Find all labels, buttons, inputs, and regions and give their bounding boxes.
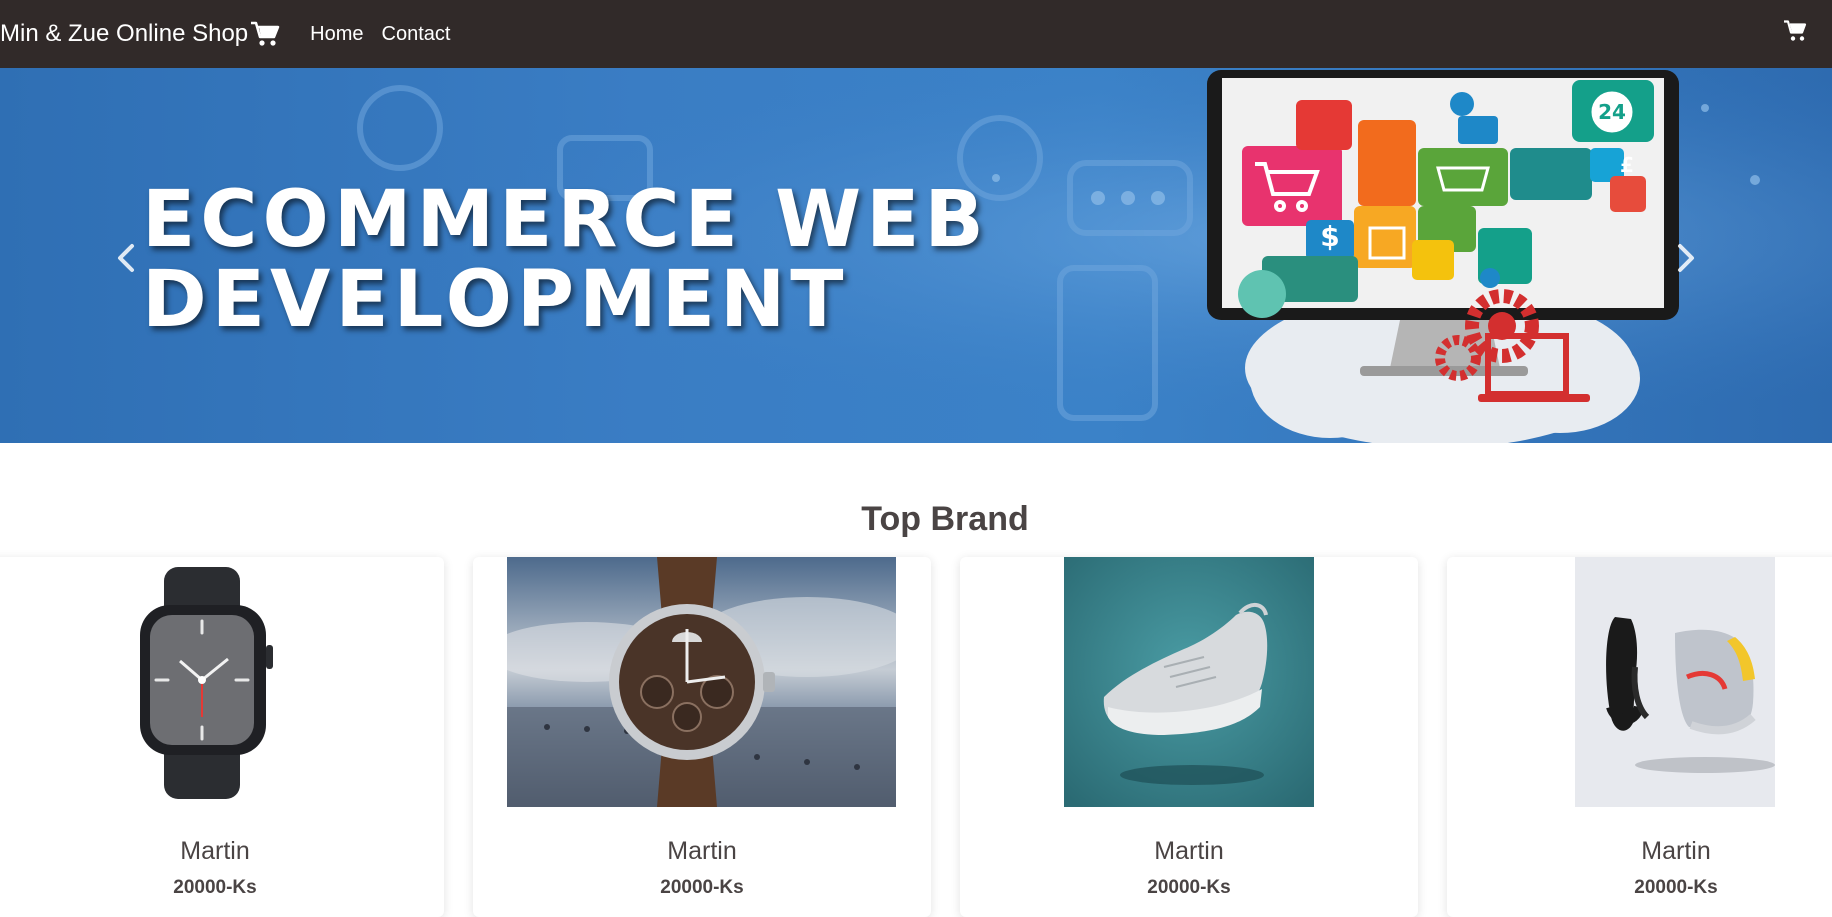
chevron-right-icon[interactable] bbox=[1664, 238, 1704, 278]
product-name: Martin bbox=[180, 837, 250, 865]
navbar: Min & Zue Online Shop Home Contact bbox=[0, 0, 1832, 68]
product-image-sneakers-pair bbox=[1575, 557, 1775, 807]
product-price: 20000-Ks bbox=[660, 877, 744, 898]
cart-icon bbox=[251, 21, 280, 46]
hero-headline: ECOMMERCE WEB DEVELOPMENT bbox=[142, 180, 989, 340]
svg-text:24: 24 bbox=[1598, 100, 1626, 124]
product-card[interactable]: Martin 20000-Ks bbox=[960, 557, 1418, 917]
hero-headline-line2: DEVELOPMENT bbox=[142, 255, 849, 345]
nav-contact-link[interactable]: Contact bbox=[382, 23, 451, 46]
product-name: Martin bbox=[667, 837, 737, 865]
product-name: Martin bbox=[1641, 837, 1711, 865]
section-title: Top Brand bbox=[861, 500, 1029, 538]
chevron-left-icon[interactable] bbox=[108, 238, 148, 278]
product-name: Martin bbox=[1154, 837, 1224, 865]
product-price: 20000-Ks bbox=[173, 877, 257, 898]
product-grid: Martin 20000-Ks Martin 20000-Ks Martin 2… bbox=[0, 557, 1832, 917]
brand-link[interactable]: Min & Zue Online Shop bbox=[0, 20, 280, 48]
product-image-sneaker bbox=[1064, 557, 1314, 807]
product-image-smartwatch bbox=[140, 567, 273, 799]
product-price: 20000-Ks bbox=[1147, 877, 1231, 898]
product-card[interactable]: Martin 20000-Ks bbox=[0, 557, 444, 917]
product-card[interactable]: Martin 20000-Ks bbox=[1447, 557, 1832, 917]
svg-text:£: £ bbox=[1620, 153, 1634, 177]
hero-headline-line1: ECOMMERCE WEB bbox=[142, 175, 989, 265]
cart-icon[interactable] bbox=[1784, 20, 1808, 42]
brand-name: Min & Zue Online Shop bbox=[0, 20, 249, 47]
product-card[interactable]: Martin 20000-Ks bbox=[473, 557, 931, 917]
hero-carousel: 24 $ £ ECOMMERCE WEB DEVELOPMENT bbox=[0, 68, 1832, 443]
product-price: 20000-Ks bbox=[1634, 877, 1718, 898]
nav-home-link[interactable]: Home bbox=[310, 23, 363, 46]
svg-text:$: $ bbox=[1320, 220, 1339, 253]
product-image-wristwatch bbox=[507, 557, 896, 807]
